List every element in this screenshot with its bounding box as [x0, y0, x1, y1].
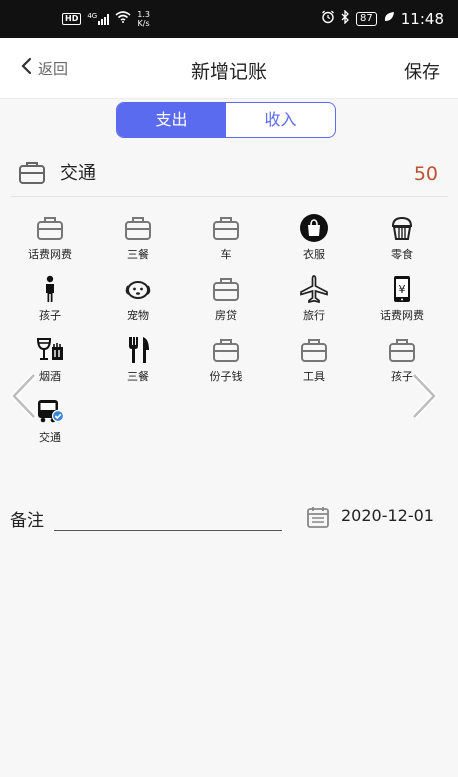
category-label: 话费网费: [28, 248, 72, 261]
next-page-button[interactable]: [410, 372, 438, 424]
category-label: 份子钱: [209, 370, 243, 383]
category-item[interactable]: 车: [182, 210, 270, 270]
alarm-icon: [321, 10, 335, 28]
calendar-icon[interactable]: [306, 505, 330, 533]
category-item[interactable]: 孩子: [6, 271, 94, 331]
category-item[interactable]: 话费网费: [6, 210, 94, 270]
speed-unit: K/s: [137, 19, 150, 28]
prev-page-button[interactable]: [10, 372, 38, 424]
chevron-left-icon: [10, 372, 38, 424]
category-item[interactable]: 三餐: [94, 332, 182, 392]
briefcase-icon: [299, 335, 329, 365]
signal-icon: 4G: [87, 12, 110, 25]
cupcake-icon: [387, 213, 417, 243]
category-item[interactable]: 三餐: [94, 210, 182, 270]
category-label: 交通: [39, 431, 61, 444]
note-label: 备注: [10, 511, 44, 531]
wine-glass-icon: [35, 335, 65, 365]
status-left: HD 4G 1.3 K/s: [62, 0, 150, 38]
amount-display[interactable]: 50: [414, 152, 438, 196]
net-type: 4G: [87, 12, 98, 20]
category-label: 三餐: [127, 370, 149, 383]
category-item[interactable]: 零食: [358, 210, 446, 270]
category-item[interactable]: ¥ 话费网费: [358, 271, 446, 331]
bus-icon: [35, 396, 65, 426]
hd-badge: HD: [62, 13, 82, 25]
leaf-icon: [383, 11, 395, 27]
bluetooth-icon: [341, 9, 350, 28]
category-label: 孩子: [39, 309, 61, 322]
status-right: 87 11:48: [321, 0, 444, 38]
category-label: 工具: [303, 370, 325, 383]
tab-income[interactable]: 收入: [226, 103, 335, 137]
tab-expense[interactable]: 支出: [117, 103, 226, 137]
type-switch: 支出 收入: [116, 102, 336, 138]
briefcase-icon: [387, 335, 417, 365]
svg-text:¥: ¥: [399, 283, 406, 296]
save-button[interactable]: 保存: [404, 38, 440, 98]
briefcase-icon: [35, 213, 65, 243]
page-title: 新增记账: [190, 61, 267, 83]
category-label: 三餐: [127, 248, 149, 261]
dog-icon: [123, 274, 153, 304]
category-label: 旅行: [303, 309, 325, 322]
airplane-icon: [299, 274, 329, 304]
selected-category-label: 交通: [60, 163, 96, 184]
phone-yuan-icon: ¥: [387, 274, 417, 304]
wifi-icon: [115, 11, 131, 27]
child-icon: [35, 274, 65, 304]
category-label: 宠物: [127, 309, 149, 322]
briefcase-icon: [123, 213, 153, 243]
date-display[interactable]: 2020-12-01: [341, 506, 434, 525]
briefcase-icon: [211, 213, 241, 243]
category-item[interactable]: 份子钱: [182, 332, 270, 392]
shopping-bag-icon: [299, 213, 329, 243]
note-underline: [54, 530, 282, 531]
note-input[interactable]: [58, 508, 282, 532]
chevron-right-icon: [410, 372, 438, 424]
status-bar: HD 4G 1.3 K/s 87 11:48: [0, 0, 458, 38]
category-item[interactable]: 旅行: [270, 271, 358, 331]
briefcase-icon: [18, 160, 46, 190]
header-bar: 返回 新增记账 保存: [0, 38, 458, 99]
selected-category-row: 交通 50: [10, 152, 448, 197]
category-label: 话费网费: [380, 309, 424, 322]
status-time: 11:48: [400, 10, 444, 28]
net-speed: 1.3 K/s: [137, 10, 150, 28]
category-item[interactable]: 宠物: [94, 271, 182, 331]
category-label: 衣服: [303, 248, 325, 261]
category-item[interactable]: 工具: [270, 332, 358, 392]
category-label: 房贷: [215, 309, 237, 322]
fork-knife-icon: [123, 335, 153, 365]
category-label: 零食: [391, 248, 413, 261]
category-item[interactable]: 衣服: [270, 210, 358, 270]
category-item[interactable]: 房贷: [182, 271, 270, 331]
speed-value: 1.3: [137, 10, 150, 19]
battery-indicator: 87: [356, 12, 377, 26]
briefcase-icon: [211, 335, 241, 365]
category-label: 车: [220, 248, 232, 261]
briefcase-icon: [211, 274, 241, 304]
